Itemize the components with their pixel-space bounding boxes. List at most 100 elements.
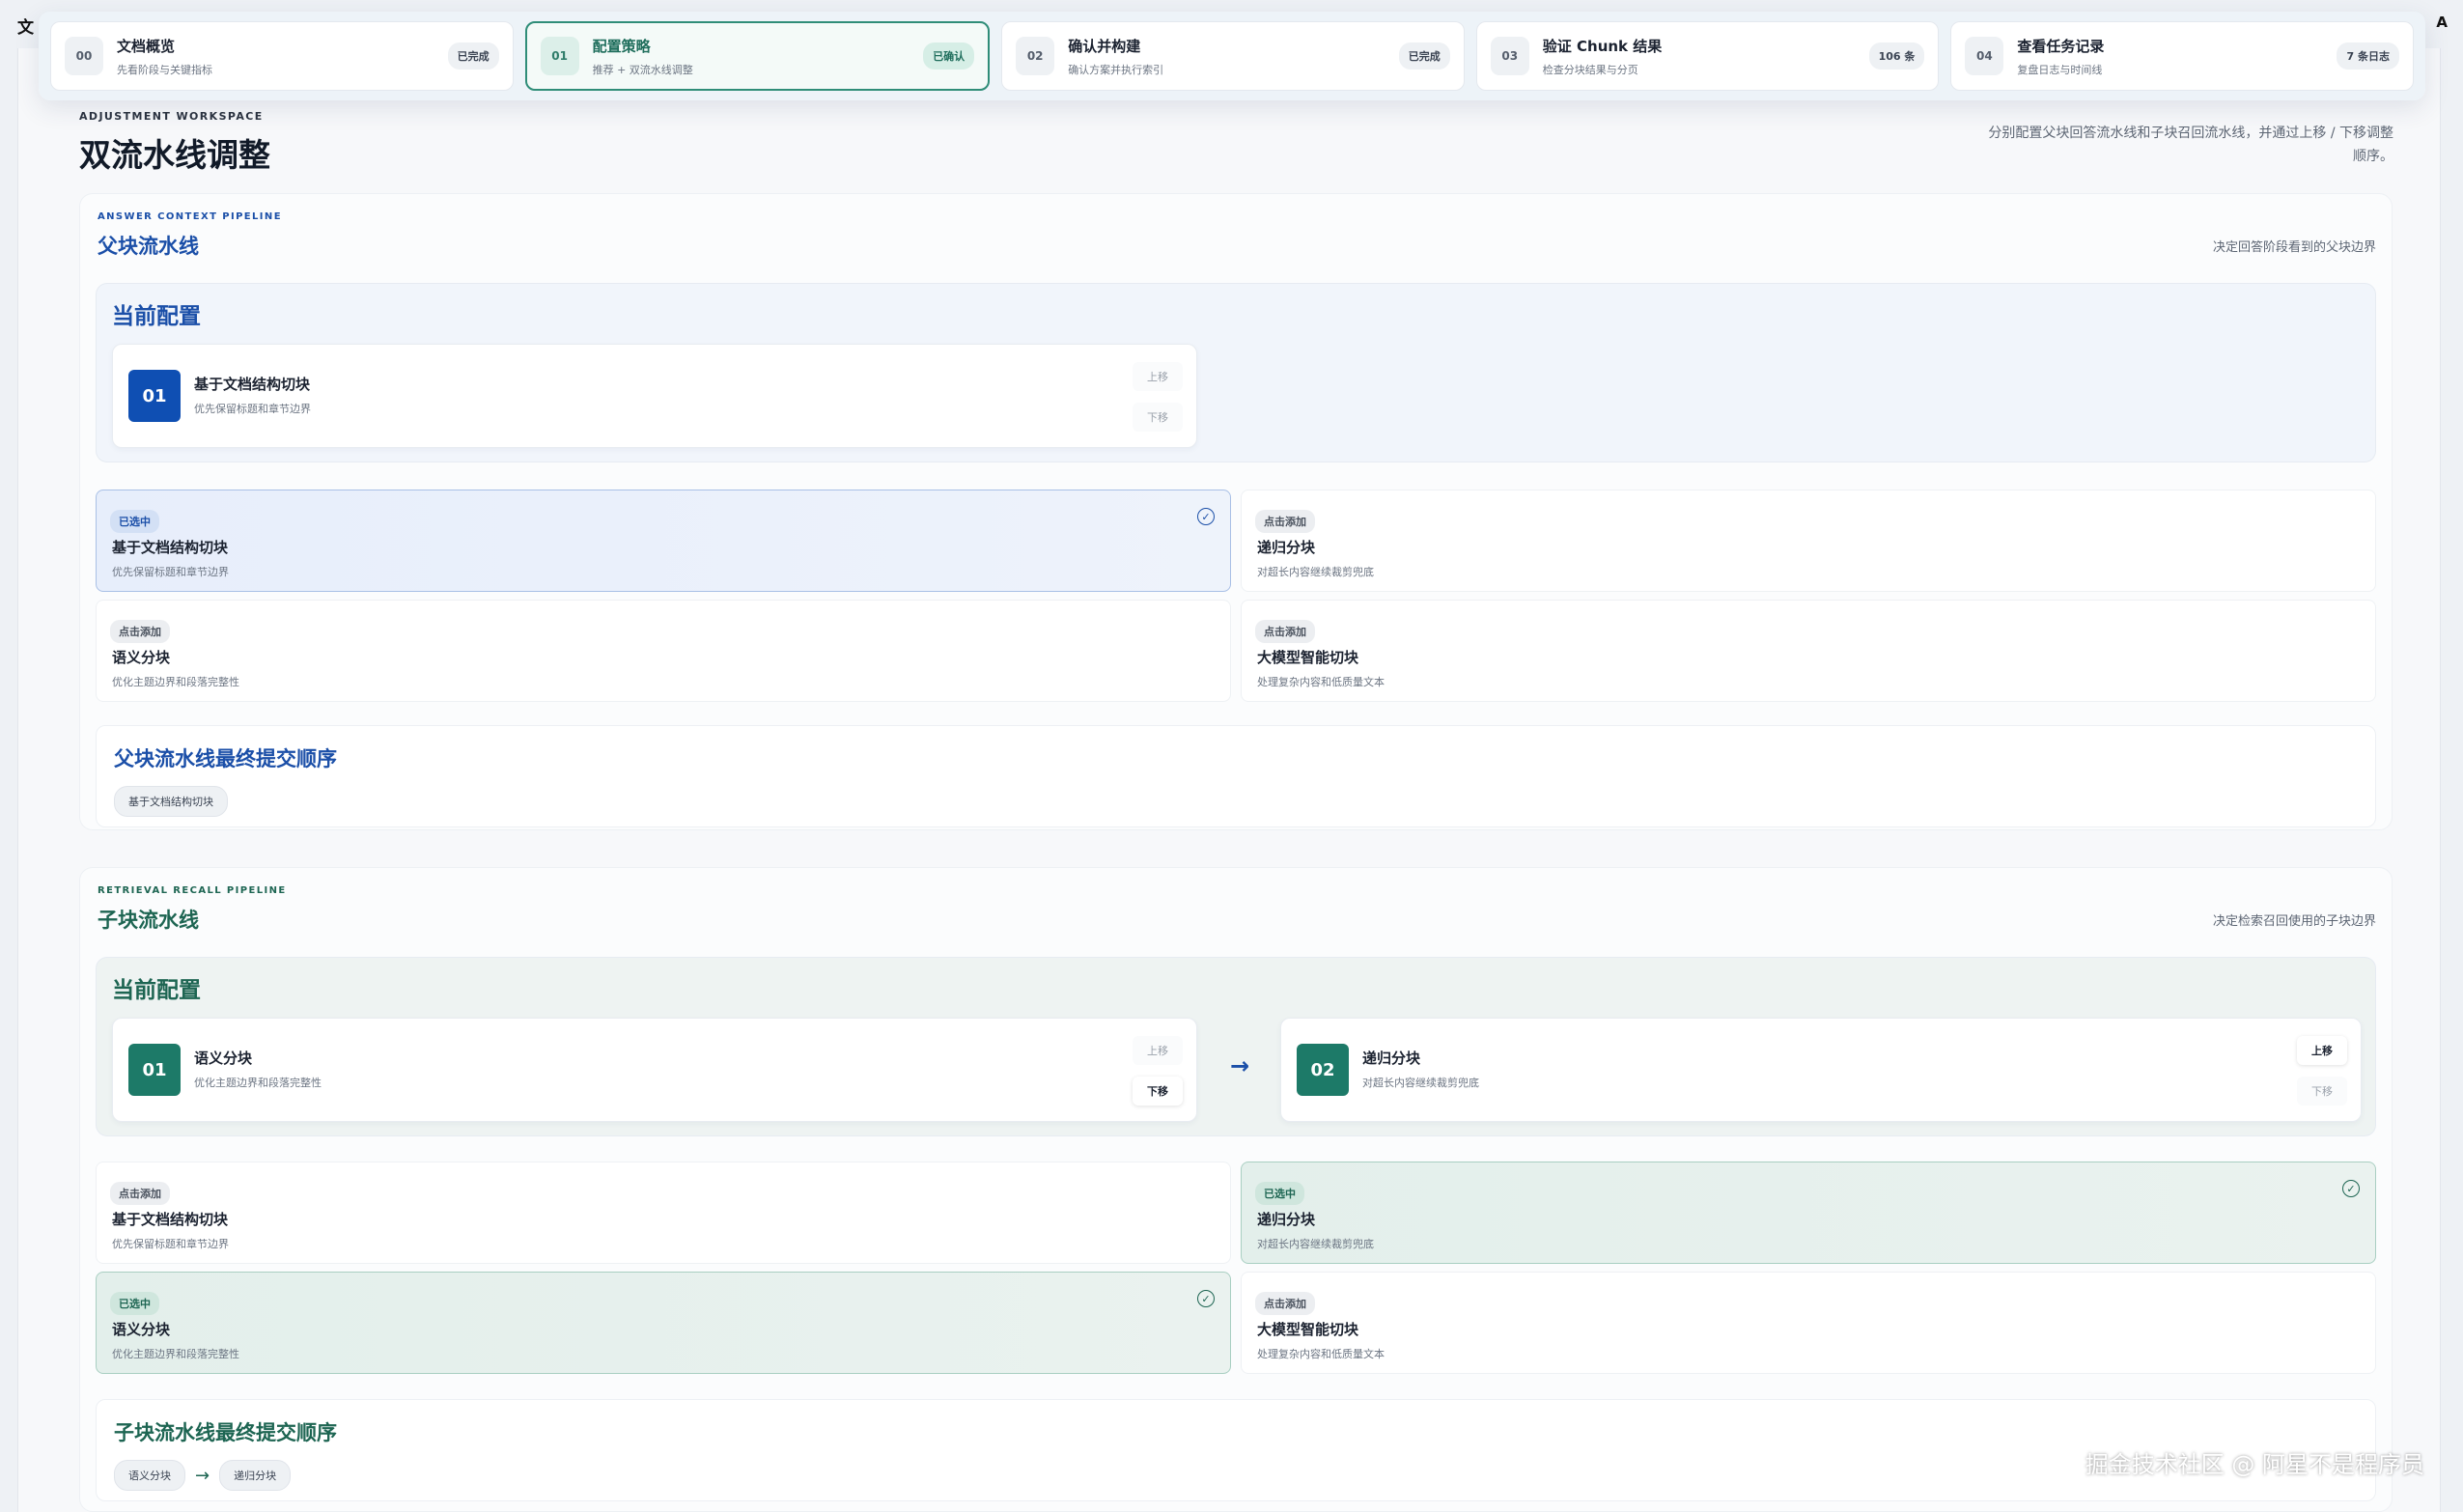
config-order-number: 01 [128, 370, 181, 422]
config-order-number: 01 [128, 1044, 181, 1096]
step-number: 01 [540, 37, 579, 75]
current-config-title: 当前配置 [112, 978, 201, 1003]
arrow-right-icon: → [1230, 1052, 1250, 1079]
option-subtitle: 处理复杂内容和低质量文本 [1257, 676, 1385, 688]
option-status-tag: 点击添加 [1255, 1292, 1315, 1315]
step-status-badge: 已确认 [923, 42, 975, 70]
config-subtitle: 优化主题边界和段落完整性 [194, 1077, 322, 1089]
step-overview[interactable]: 00 文档概览 先看阶段与关键指标 已完成 [50, 21, 514, 91]
step-title: 确认并构建 [1068, 37, 1141, 55]
move-up-button[interactable]: 上移 [1133, 362, 1183, 391]
move-up-button[interactable]: 上移 [1133, 1036, 1183, 1065]
option-status-tag: 已选中 [110, 510, 159, 533]
final-order-chip: 递归分块 [219, 1460, 292, 1491]
parent-pipeline: ANSWER CONTEXT PIPELINE 父块流水线 决定回答阶段看到的父… [79, 193, 2393, 830]
step-subtitle: 检查分块结果与分页 [1542, 63, 1638, 76]
step-subtitle: 复盘日志与时间线 [2017, 63, 2103, 76]
step-status-badge: 7 条日志 [2337, 42, 2399, 70]
current-config-panel: 当前配置 01 基于文档结构切块 优先保留标题和章节边界 上移 下移 [96, 283, 2376, 462]
step-number: 04 [1965, 37, 2004, 75]
option-recursive[interactable]: 已选中 递归分块 对超长内容继续裁剪兜底 ✓ [1241, 1162, 2376, 1264]
option-status-tag: 已选中 [110, 1292, 159, 1315]
current-config-panel: 当前配置 01 语义分块 优化主题边界和段落完整性 上移 下移 → 02 递归分… [96, 957, 2376, 1136]
option-status-tag: 点击添加 [1255, 510, 1315, 533]
final-order-title: 父块流水线最终提交顺序 [114, 747, 337, 770]
option-llm-chunk[interactable]: 点击添加 大模型智能切块 处理复杂内容和低质量文本 [1241, 600, 2376, 702]
option-doc-structure[interactable]: 已选中 基于文档结构切块 优先保留标题和章节边界 ✓ [96, 490, 1231, 592]
option-title: 语义分块 [112, 1321, 171, 1338]
step-title: 验证 Chunk 结果 [1542, 37, 1663, 55]
config-title: 语义分块 [194, 1050, 253, 1067]
step-number: 02 [1016, 37, 1055, 75]
option-subtitle: 对超长内容继续裁剪兜底 [1257, 566, 1374, 578]
config-subtitle: 对超长内容继续裁剪兜底 [1362, 1077, 1479, 1089]
app-title-fragment: 文 [17, 18, 34, 38]
move-up-button[interactable]: 上移 [2297, 1036, 2347, 1065]
config-title: 基于文档结构切块 [194, 376, 311, 393]
pipeline-title: 子块流水线 [98, 909, 199, 932]
pipeline-eyebrow: RETRIEVAL RECALL PIPELINE [98, 885, 287, 896]
option-subtitle: 优先保留标题和章节边界 [112, 1238, 229, 1250]
step-title: 文档概览 [117, 37, 176, 55]
check-circle-icon: ✓ [2342, 1180, 2360, 1197]
pipeline-note: 决定回答阶段看到的父块边界 [2212, 240, 2376, 255]
step-title: 配置策略 [592, 37, 651, 55]
step-verify-chunks[interactable]: 03 验证 Chunk 结果检查分块结果与分页 106 条 [1475, 21, 1940, 91]
final-order-chip: 基于文档结构切块 [114, 786, 228, 817]
option-doc-structure[interactable]: 点击添加 基于文档结构切块 优先保留标题和章节边界 [96, 1162, 1231, 1264]
option-status-tag: 点击添加 [110, 1182, 170, 1205]
option-title: 语义分块 [112, 649, 171, 666]
check-circle-icon: ✓ [1197, 1290, 1215, 1307]
option-subtitle: 处理复杂内容和低质量文本 [1257, 1348, 1385, 1360]
option-subtitle: 优先保留标题和章节边界 [112, 566, 229, 578]
step-status-badge: 106 条 [1868, 42, 1925, 70]
pipeline-eyebrow: ANSWER CONTEXT PIPELINE [98, 211, 282, 222]
option-llm-chunk[interactable]: 点击添加 大模型智能切块 处理复杂内容和低质量文本 [1241, 1272, 2376, 1374]
option-subtitle: 对超长内容继续裁剪兜底 [1257, 1238, 1374, 1250]
step-number: 00 [65, 37, 103, 75]
option-recursive[interactable]: 点击添加 递归分块 对超长内容继续裁剪兜底 [1241, 490, 2376, 592]
config-item: 02 递归分块 对超长内容继续裁剪兜底 上移 下移 [1280, 1018, 2362, 1122]
step-confirm-build[interactable]: 02 确认并构建确认方案并执行索引 已完成 [1001, 21, 1465, 91]
watermark: 掘金技术社区 @ 阿星不是程序员 [2085, 1451, 2424, 1478]
move-down-button[interactable]: 下移 [1133, 403, 1183, 432]
config-title: 递归分块 [1362, 1050, 1421, 1067]
config-item: 01 基于文档结构切块 优先保留标题和章节边界 上移 下移 [112, 344, 1197, 448]
option-title: 大模型智能切块 [1257, 1321, 1359, 1338]
step-title: 查看任务记录 [2017, 37, 2105, 55]
final-order-panel: 父块流水线最终提交顺序 基于文档结构切块 [96, 725, 2376, 827]
option-subtitle: 优化主题边界和段落完整性 [112, 676, 239, 688]
step-navigator: 00 文档概览 先看阶段与关键指标 已完成 01 配置策略推荐 + 双流水线调整 … [39, 12, 2425, 100]
option-title: 大模型智能切块 [1257, 649, 1359, 666]
move-down-button[interactable]: 下移 [2297, 1077, 2347, 1106]
workspace-description: 分别配置父块回答流水线和子块召回流水线，并通过上移 / 下移调整顺序。 [1988, 126, 2393, 164]
final-order-title: 子块流水线最终提交顺序 [114, 1421, 337, 1444]
page-title: 双流水线调整 [79, 136, 270, 174]
check-circle-icon: ✓ [1197, 508, 1215, 525]
arrow-right-icon: → [195, 1465, 210, 1486]
option-semantic[interactable]: 已选中 语义分块 优化主题边界和段落完整性 ✓ [96, 1272, 1231, 1374]
current-config-title: 当前配置 [112, 304, 201, 329]
option-semantic[interactable]: 点击添加 语义分块 优化主题边界和段落完整性 [96, 600, 1231, 702]
pipeline-title: 父块流水线 [98, 235, 199, 258]
option-status-tag: 点击添加 [110, 620, 170, 643]
step-task-log[interactable]: 04 查看任务记录复盘日志与时间线 7 条日志 [1950, 21, 2414, 91]
config-item: 01 语义分块 优化主题边界和段落完整性 上移 下移 [112, 1018, 1197, 1122]
step-config-strategy[interactable]: 01 配置策略推荐 + 双流水线调整 已确认 [524, 21, 991, 91]
config-subtitle: 优先保留标题和章节边界 [194, 403, 311, 415]
move-down-button[interactable]: 下移 [1133, 1077, 1183, 1106]
step-subtitle: 推荐 + 双流水线调整 [592, 63, 693, 76]
final-order-panel: 子块流水线最终提交顺序 语义分块 → 递归分块 [96, 1399, 2376, 1501]
child-pipeline: RETRIEVAL RECALL PIPELINE 子块流水线 决定检索召回使用… [79, 867, 2393, 1512]
option-status-tag: 点击添加 [1255, 620, 1315, 643]
workspace-eyebrow: ADJUSTMENT WORKSPACE [79, 110, 264, 123]
step-subtitle: 确认方案并执行索引 [1068, 63, 1164, 76]
step-status-badge: 已完成 [1398, 42, 1450, 70]
pipeline-note: 决定检索召回使用的子块边界 [2212, 914, 2376, 929]
option-title: 递归分块 [1257, 539, 1316, 556]
option-subtitle: 优化主题边界和段落完整性 [112, 1348, 239, 1360]
option-status-tag: 已选中 [1255, 1182, 1304, 1205]
step-number: 03 [1490, 37, 1529, 75]
option-title: 基于文档结构切块 [112, 1211, 229, 1228]
config-order-number: 02 [1297, 1044, 1349, 1096]
